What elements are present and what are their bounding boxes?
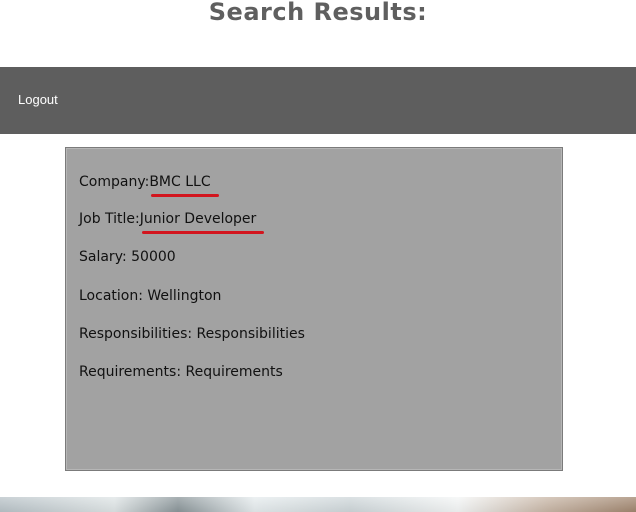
job-title-red-underline [141,231,265,234]
salary-field: Salary: 50000 [79,248,176,266]
navbar: Logout [0,67,636,134]
requirements-field: Requirements: Requirements [79,363,283,381]
responsibilities-label: Responsibilities: [79,326,197,342]
company-value-wrap: BMC LLC [149,173,219,197]
responsibilities-value: Responsibilities [196,326,305,342]
job-title-value: Junior Developer [139,211,257,227]
job-title-field: Job Title:Junior Developer [79,210,265,234]
result-card: Company:BMC LLC Job Title:Junior Develop… [65,147,563,471]
company-value: BMC LLC [149,174,211,190]
salary-label: Salary: [79,249,132,265]
requirements-value: Requirements [185,364,283,380]
requirements-label: Requirements: [79,364,186,380]
company-field: Company:BMC LLC [79,173,219,197]
location-value: Wellington [147,288,222,304]
responsibilities-field: Responsibilities: Responsibilities [79,325,305,343]
salary-value: 50000 [131,249,176,265]
background-photo [0,497,636,512]
job-title-value-wrap: Junior Developer [139,210,265,234]
company-label: Company: [79,174,150,190]
location-field: Location: Wellington [79,287,221,305]
company-red-underline [151,194,219,197]
logout-link[interactable]: Logout [18,92,58,107]
job-title-label: Job Title: [79,211,140,227]
location-label: Location: [79,288,148,304]
page-title: Search Results: [208,0,428,26]
